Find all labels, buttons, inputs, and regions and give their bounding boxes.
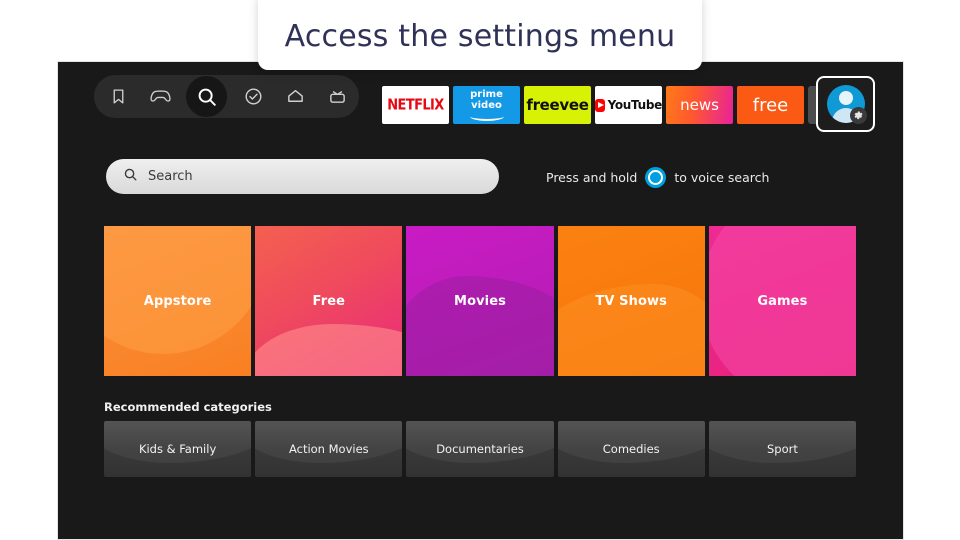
nav-item-my-stuff[interactable] xyxy=(237,81,269,113)
recommended-tile-label: Action Movies xyxy=(288,442,369,456)
top-navigation-bar: NETFLIX prime video freevee YouTube news… xyxy=(58,62,903,132)
gear-icon xyxy=(849,107,867,124)
recommended-categories-row: Kids & Family Action Movies Documentarie… xyxy=(104,421,857,477)
avatar xyxy=(826,85,867,124)
nav-icon-pill xyxy=(94,75,359,118)
nav-item-home[interactable] xyxy=(279,81,311,113)
voice-search-hint: Press and hold to voice search xyxy=(546,166,769,188)
search-icon xyxy=(123,167,138,187)
recommended-tile-sport[interactable]: Sport xyxy=(708,421,857,477)
voice-hint-text-before: Press and hold xyxy=(546,169,638,185)
nav-item-bookmark[interactable] xyxy=(102,81,134,113)
youtube-logo: YouTube xyxy=(607,98,662,112)
category-tile-games[interactable]: Games xyxy=(708,226,857,376)
recommended-tile-label: Kids & Family xyxy=(138,442,217,456)
recommended-tile-label: Sport xyxy=(766,442,798,456)
recommended-categories-heading: Recommended categories xyxy=(104,400,272,414)
app-tile-youtube[interactable]: YouTube xyxy=(595,86,662,124)
category-tile-label: TV Shows xyxy=(595,293,667,309)
tile-decoration-shape xyxy=(104,226,252,354)
category-tile-movies[interactable]: Movies xyxy=(406,226,554,376)
nav-item-live-tv[interactable] xyxy=(321,81,353,113)
instruction-tooltip: Access the settings menu xyxy=(258,0,702,70)
free-logo: free xyxy=(752,94,789,116)
voice-hint-text-after: to voice search xyxy=(674,169,770,185)
recommended-tile-comedies[interactable]: Comedies xyxy=(557,421,705,477)
profile-settings-button[interactable] xyxy=(816,76,875,132)
check-circle-icon xyxy=(244,87,263,106)
fire-tv-home-screen: NETFLIX prime video freevee YouTube news… xyxy=(58,62,903,539)
recommended-tile-label: Comedies xyxy=(602,442,660,456)
alexa-icon xyxy=(645,166,667,188)
app-tile-netflix[interactable]: NETFLIX xyxy=(382,86,449,124)
recommended-tile-documentaries[interactable]: Documentaries xyxy=(406,421,554,477)
category-tile-free[interactable]: Free xyxy=(255,226,403,376)
app-tile-freevee[interactable]: freevee xyxy=(524,86,591,124)
tile-decoration-shape xyxy=(255,324,403,376)
recommended-tile-label: Documentaries xyxy=(436,442,524,456)
gamepad-icon xyxy=(149,88,171,105)
home-icon xyxy=(286,87,305,106)
category-tile-tv-shows[interactable]: TV Shows xyxy=(557,226,705,376)
nav-item-games[interactable] xyxy=(144,81,176,113)
nav-item-search[interactable] xyxy=(186,76,227,117)
app-tile-free[interactable]: free xyxy=(737,86,804,124)
recommended-tile-action-movies[interactable]: Action Movies xyxy=(255,421,403,477)
news-logo: news xyxy=(680,96,719,114)
prime-video-logo-line2: video xyxy=(471,99,502,111)
prime-video-logo-line1: prime xyxy=(470,88,503,100)
category-tile-label: Free xyxy=(312,293,346,309)
category-tile-appstore[interactable]: Appstore xyxy=(104,226,252,376)
youtube-play-icon xyxy=(595,98,605,112)
recommended-tile-kids-family[interactable]: Kids & Family xyxy=(104,421,252,477)
app-tile-news[interactable]: news xyxy=(666,86,733,124)
search-input[interactable]: Search xyxy=(106,159,499,194)
tv-icon xyxy=(328,87,347,106)
freevee-logo: freevee xyxy=(526,96,589,114)
category-tile-label: Appstore xyxy=(143,293,212,309)
avatar-head-shape xyxy=(838,91,853,105)
app-shortcuts-row: NETFLIX prime video freevee YouTube news… xyxy=(382,86,846,124)
tooltip-text: Access the settings menu xyxy=(284,18,676,54)
category-tile-label: Games xyxy=(757,293,808,309)
category-tile-label: Movies xyxy=(454,293,506,309)
search-icon xyxy=(196,86,218,108)
bookmark-icon xyxy=(110,88,127,105)
app-tile-prime-video[interactable]: prime video xyxy=(453,86,520,124)
netflix-logo: NETFLIX xyxy=(387,96,444,114)
tile-decoration-shape xyxy=(406,276,554,376)
amazon-smile-icon xyxy=(469,112,504,121)
search-placeholder: Search xyxy=(148,169,193,184)
category-tiles-row: Appstore Free Movies TV Shows Games xyxy=(104,226,857,376)
